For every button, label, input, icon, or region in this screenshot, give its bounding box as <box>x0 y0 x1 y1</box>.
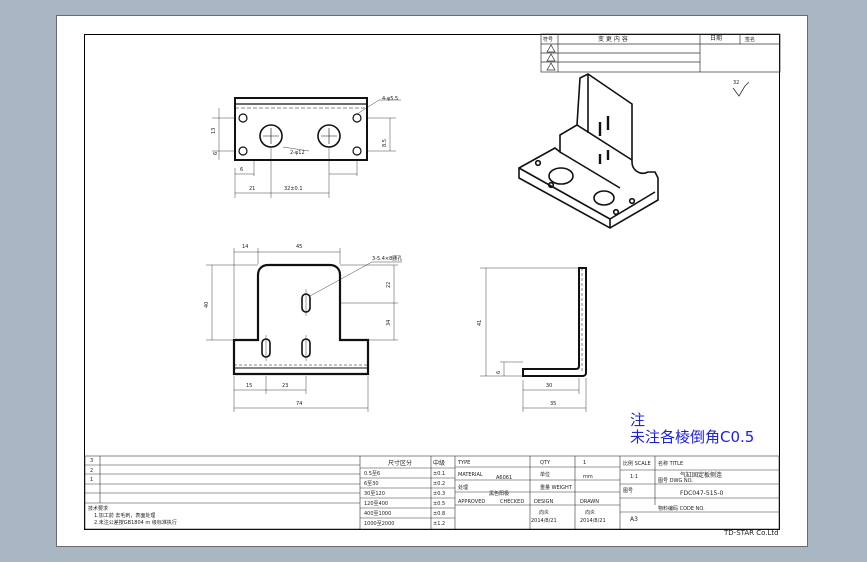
dim-15: 15 <box>246 383 252 389</box>
tol-range-5: 1000至2000 <box>364 521 394 527</box>
scale-value: 1:1 <box>630 474 638 480</box>
tol-range-1: 6至30 <box>364 481 379 487</box>
code-label: 物料编码 CODE NO. <box>658 505 705 512</box>
rev-row-1: 1 <box>90 477 93 483</box>
front-view <box>206 248 402 412</box>
tol-value-5: ±1.2 <box>433 521 445 527</box>
drawn-label: DRAWN <box>580 499 599 505</box>
tol-value-3: ±0.5 <box>433 501 445 507</box>
drawn-date: 2014/8/21 <box>580 518 606 524</box>
tol-value-0: ±0.1 <box>433 471 445 477</box>
tol-header-grade: 中级 <box>433 459 445 467</box>
dim-22: 22 <box>386 282 392 288</box>
treatment-value: 黑色阳极 <box>489 490 509 497</box>
name-label: 名称 TITLE <box>658 460 683 467</box>
tol-value-1: ±0.2 <box>433 481 445 487</box>
surface-finish-value: 32 <box>733 80 739 86</box>
dim-74: 74 <box>296 401 302 407</box>
dim-35: 35 <box>550 401 556 407</box>
side-view <box>480 267 587 412</box>
rev-header-content: 变 更 内 容 <box>598 35 628 43</box>
rev-row-3: 3 <box>90 458 93 464</box>
type-label: TYPE <box>457 460 470 466</box>
checker-name: 向炎 <box>539 509 549 516</box>
tol-value-2: ±0.3 <box>433 491 445 497</box>
tol-header-range: 尺寸区分 <box>388 459 412 467</box>
tech-req-1: 1.加工前 去毛刺，表面处理 <box>94 512 155 519</box>
tech-req-2: 2.未注公差按GB1804 m 级标准执行 <box>94 519 177 526</box>
note-title: 注 <box>630 411 646 429</box>
isometric-view <box>518 73 659 229</box>
check-date: 2014/8/21 <box>531 518 557 524</box>
qty-label: QTY <box>540 460 551 466</box>
size-value: A3 <box>630 516 638 523</box>
dwg-no-value: FDC047-515-0 <box>680 490 723 497</box>
dim-8-5: 8.5 <box>382 139 388 147</box>
design-label: DESIGN <box>534 499 554 505</box>
checked-label: CHECKED <box>500 499 524 505</box>
dim-32: 32±0.1 <box>284 186 303 192</box>
treatment-label: 处理 <box>458 484 468 491</box>
tol-value-4: ±0.8 <box>433 511 445 517</box>
dim-45: 45 <box>296 244 302 250</box>
dim-23: 23 <box>282 383 288 389</box>
top-view <box>212 97 401 198</box>
dwg-no-label: 图号 DWG NO. <box>658 478 693 484</box>
tech-req-title: 技术要求 <box>88 505 108 512</box>
rev-header-signature: 签名 <box>745 36 755 43</box>
dim-2-holes: 2-φ12 <box>290 150 305 156</box>
dim-21: 21 <box>249 186 255 192</box>
scale-label: 比例 SCALE <box>623 460 651 467</box>
dim-4-holes: 4-φ5.5 <box>382 96 398 102</box>
note-text: 未注各棱倒角C0.5 <box>630 428 755 446</box>
chamfer-note: 注 未注各棱倒角C0.5 <box>630 412 754 446</box>
material-value: A6061 <box>496 475 512 481</box>
tolerance-rows: 0.5至6 ±0.1 6至30 ±0.2 30至120 ±0.3 120至400… <box>364 471 445 527</box>
drawer-name: 向炎 <box>585 509 595 516</box>
qty-value: 1 <box>583 460 586 466</box>
material-label: MATERIAL <box>458 472 483 478</box>
tol-range-2: 30至120 <box>364 491 385 497</box>
company-name: TD-STAR Co.Ltd <box>724 529 779 537</box>
size-label: 图号 <box>623 488 633 494</box>
weight-label: 重量 WEIGHT <box>540 484 573 491</box>
dim-slots: 3-5.4×8腰孔 <box>372 255 402 262</box>
unit-label: 单位 <box>540 471 550 478</box>
tol-range-0: 0.5至6 <box>364 471 380 477</box>
rev-header-date: 日期 <box>710 34 722 42</box>
approved-label: APPROVED <box>458 499 485 505</box>
dim-34: 34 <box>386 320 392 326</box>
dim-6a: 6 <box>213 152 219 155</box>
tol-range-4: 400至1000 <box>364 511 391 517</box>
drawing-canvas: 符号 变 更 内 容 日期 签名 32 4-φ5.5 2-φ12 13 6 6 … <box>84 33 781 530</box>
dim-14: 14 <box>242 244 248 250</box>
rev-row-2: 2 <box>90 468 93 474</box>
unit-value: mm <box>583 474 593 480</box>
dim-30: 30 <box>546 383 552 389</box>
tol-range-3: 120至400 <box>364 501 388 507</box>
dim-13: 13 <box>211 128 217 134</box>
rev-header-symbol: 符号 <box>543 36 553 43</box>
dim-41: 41 <box>477 320 483 326</box>
dim-6b: 6 <box>240 167 243 173</box>
dim-6-side: 6 <box>496 371 502 374</box>
dim-40: 40 <box>204 302 210 308</box>
